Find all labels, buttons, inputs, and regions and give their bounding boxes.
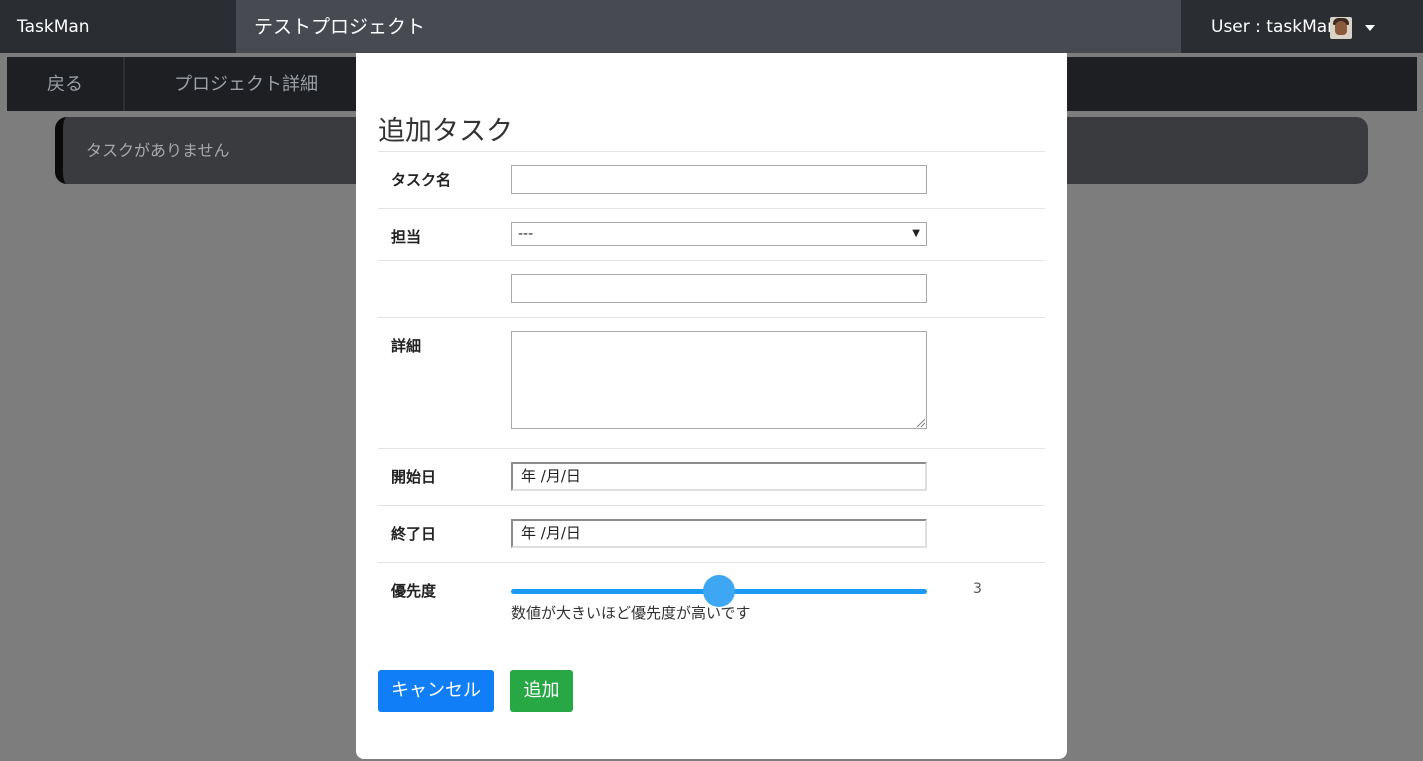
detail-row: 詳細 [378, 317, 1045, 449]
priority-label: 優先度 [391, 582, 437, 600]
start-date-label: 開始日 [391, 468, 437, 486]
priority-hint: 数値が大きいほど優先度が高いです [511, 604, 751, 622]
task-name-label: タスク名 [391, 171, 452, 189]
start-date-row: 開始日 年 /月/日 [378, 448, 1045, 506]
extra-input[interactable] [511, 274, 927, 303]
priority-row: 優先度 3 数値が大きいほど優先度が高いです [378, 562, 1045, 633]
detail-textarea[interactable] [511, 331, 927, 429]
assignee-row: 担当 --- ▼ [378, 208, 1045, 261]
cancel-button[interactable]: キャンセル [378, 670, 494, 712]
modal-title: 追加タスク [378, 116, 513, 147]
assignee-label: 担当 [391, 228, 422, 246]
dropdown-arrow-icon: ▼ [912, 228, 920, 239]
priority-value: 3 [973, 581, 982, 597]
top-navbar: TaskMan テストプロジェクト User : taskMan [0, 0, 1423, 53]
start-date-input[interactable]: 年 /月/日 [511, 462, 927, 491]
back-tab[interactable]: 戻る [7, 57, 125, 111]
task-name-input[interactable] [511, 165, 927, 194]
user-label: User : taskMan [1211, 17, 1338, 37]
resize-grip-icon[interactable] [917, 419, 925, 427]
extra-row [378, 260, 1045, 318]
empty-task-message: タスクがありません [86, 141, 230, 160]
project-title: テストプロジェクト [254, 16, 426, 38]
end-date-row: 終了日 年 /月/日 [378, 505, 1045, 563]
task-name-row: タスク名 [378, 151, 1045, 209]
end-date-input[interactable]: 年 /月/日 [511, 519, 927, 548]
assignee-selected-value: --- [518, 226, 534, 242]
caret-down-icon[interactable] [1365, 25, 1375, 31]
add-button[interactable]: 追加 [510, 670, 573, 712]
avatar [1330, 17, 1352, 39]
assignee-select[interactable]: --- ▼ [511, 222, 927, 246]
detail-label: 詳細 [391, 337, 422, 355]
add-task-modal: 追加タスク タスク名 担当 --- ▼ 詳細 開始日 年 /月/日 終了日 年 … [356, 53, 1067, 759]
brand-logo[interactable]: TaskMan [0, 0, 236, 53]
user-menu[interactable]: User : taskMan [1181, 0, 1423, 53]
end-date-label: 終了日 [391, 525, 437, 543]
project-detail-tab[interactable]: プロジェクト詳細 [127, 57, 367, 111]
